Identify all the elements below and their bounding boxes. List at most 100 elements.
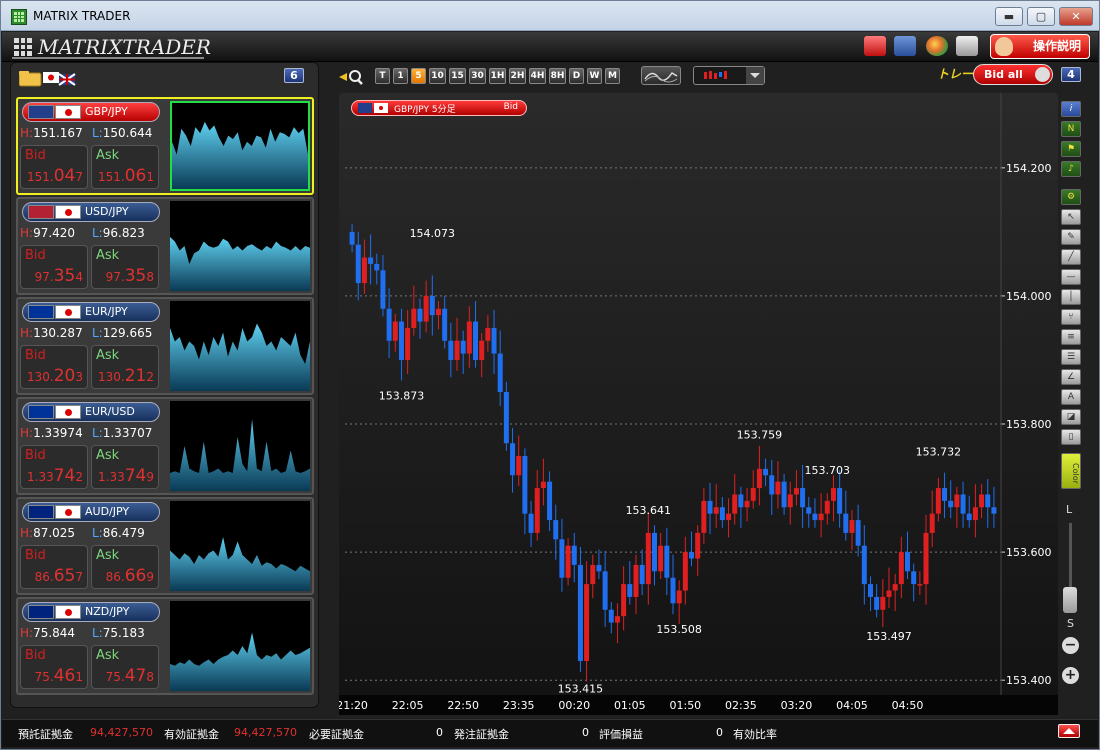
timeframe-button[interactable]: 15 [449, 68, 466, 84]
indicator-button[interactable] [641, 66, 681, 85]
horizontal-line-icon[interactable]: — [1061, 269, 1081, 285]
pair-list-header: 6 [11, 63, 318, 95]
ask-button[interactable]: Ask 75.478 [91, 645, 159, 689]
pair-badge[interactable]: AUD/JPY [22, 502, 160, 522]
timeframe-button[interactable]: D [569, 68, 584, 84]
flag-icon[interactable]: ⚑ [1061, 141, 1081, 157]
zoom-slider-handle[interactable] [1063, 587, 1077, 613]
help-button[interactable]: 操作説明 [990, 34, 1090, 59]
candle-body [658, 545, 664, 572]
maximize-button[interactable]: ▢ [1027, 7, 1055, 26]
price-chart[interactable]: 154.200 154.000 153.800 153.600 153.400 21:20… [339, 93, 1058, 715]
candle-body [874, 596, 880, 610]
zoom-tool-icon[interactable]: ✎ [1061, 229, 1081, 245]
fan-icon[interactable]: ∠ [1061, 369, 1081, 385]
minimize-button[interactable]: ▬ [995, 7, 1023, 26]
timeframe-button[interactable]: 4H [529, 68, 546, 84]
folder-flags-icon[interactable] [19, 69, 83, 87]
sparkline-chart [170, 201, 310, 291]
trash-icon[interactable]: ▯ [1061, 429, 1081, 445]
bid-label: Bid [25, 148, 46, 163]
settings-icon[interactable]: ⚙ [1061, 189, 1081, 205]
candle-body [923, 532, 929, 585]
pair-card[interactable]: GBP/JPY H:151.167 L:150.644 Bid 151.047 … [16, 97, 314, 195]
toolbox-icon[interactable] [864, 36, 886, 56]
ask-label: Ask [96, 448, 120, 463]
trendline-icon[interactable]: ╱ [1061, 249, 1081, 265]
eraser-icon[interactable]: ◪ [1061, 409, 1081, 425]
candle-body [361, 257, 367, 284]
scale-large-label: L [1066, 503, 1073, 516]
bid-button[interactable]: Bid 130.203 [20, 345, 88, 389]
bid-button[interactable]: Bid 97.354 [20, 245, 88, 289]
timeframe-button[interactable]: 10 [429, 68, 446, 84]
high-key: H: [20, 526, 34, 540]
candle-body [602, 571, 608, 610]
pair-card[interactable]: EUR/JPY H:130.287 L:129.665 Bid 130.203 … [16, 297, 314, 395]
zoom-in-button[interactable]: + [1062, 667, 1079, 684]
x-tick-label: 21:20 [339, 699, 368, 712]
ask-button[interactable]: Ask 1.33749 [91, 445, 159, 489]
ask-button[interactable]: Ask 86.669 [91, 545, 159, 589]
news-icon[interactable]: N [1061, 121, 1081, 137]
pair-badge[interactable]: GBP/JPY [22, 102, 160, 122]
timeframe-button[interactable]: 2H [509, 68, 526, 84]
candle-body [442, 308, 448, 341]
bid-all-label: Bid all [984, 68, 1023, 81]
pair-card[interactable]: NZD/JPY H:75.844 L:75.183 Bid 75.461 Ask… [16, 597, 314, 695]
candle-body [473, 321, 479, 360]
alert-bell-icon[interactable]: ♪ [1061, 161, 1081, 177]
bid-button[interactable]: Bid 75.461 [20, 645, 88, 689]
chart-canvas[interactable]: 154.200 154.000 153.800 153.600 153.400 21:20… [339, 93, 1058, 715]
x-tick-label: 01:05 [614, 699, 646, 712]
quote-flag-icon [55, 305, 81, 319]
timeframe-button[interactable]: M [605, 68, 620, 84]
timeframe-button[interactable]: 1 [393, 68, 408, 84]
pointer-icon[interactable]: ↖ [1061, 209, 1081, 225]
pair-badge[interactable]: EUR/USD [22, 402, 160, 422]
timeframe-button[interactable]: 5 [411, 68, 426, 84]
timeframe-button[interactable]: T [375, 68, 390, 84]
pair-card[interactable]: EUR/USD H:1.33974 L:1.33707 Bid 1.33742 … [16, 397, 314, 495]
bid-button[interactable]: Bid 151.047 [20, 145, 88, 189]
save-icon[interactable] [894, 36, 916, 56]
pair-badge[interactable]: USD/JPY [22, 202, 160, 222]
zoom-search-icon[interactable] [337, 67, 365, 87]
ask-button[interactable]: Ask 97.358 [91, 245, 159, 289]
logo-grid-icon [14, 38, 32, 56]
info-icon[interactable]: i [1061, 101, 1081, 117]
bid-button[interactable]: Bid 86.657 [20, 545, 88, 589]
print-icon[interactable] [956, 36, 978, 56]
candle-body [460, 340, 466, 354]
zoom-out-button[interactable]: − [1062, 637, 1079, 654]
color-button[interactable]: Color [1061, 453, 1081, 489]
chart-type-select[interactable] [693, 66, 765, 85]
price-annotation: 153.497 [866, 630, 912, 643]
text-tool-icon[interactable]: A [1061, 389, 1081, 405]
timeframe-button[interactable]: 8H [549, 68, 566, 84]
pair-badge[interactable]: EUR/JPY [22, 302, 160, 322]
bid-button[interactable]: Bid 1.33742 [20, 445, 88, 489]
timeframe-button[interactable]: W [587, 68, 602, 84]
candle-body [596, 564, 602, 572]
close-button[interactable]: ✕ [1059, 7, 1093, 26]
pair-card[interactable]: AUD/JPY H:87.025 L:86.479 Bid 86.657 Ask… [16, 497, 314, 595]
logo-text: MATRIXTRADER [38, 35, 211, 59]
timeframe-button[interactable]: 30 [469, 68, 486, 84]
expand-panel-button[interactable] [1058, 724, 1080, 738]
bid-all-toggle[interactable]: Bid all [973, 64, 1053, 85]
fibo-expansion-icon[interactable]: ☰ [1061, 349, 1081, 365]
base-flag-icon [28, 505, 54, 519]
candle-body [812, 513, 818, 521]
pair-card[interactable]: USD/JPY H:97.420 L:96.823 Bid 97.354 Ask… [16, 197, 314, 295]
pitchfork-icon[interactable]: ⑂ [1061, 309, 1081, 325]
pair-badge[interactable]: NZD/JPY [22, 602, 160, 622]
bid-price: 151.047 [27, 166, 83, 186]
vertical-line-icon[interactable]: │ [1061, 289, 1081, 305]
palette-icon[interactable] [926, 36, 948, 56]
ask-button[interactable]: Ask 151.061 [91, 145, 159, 189]
ask-button[interactable]: Ask 130.212 [91, 345, 159, 389]
ask-price: 1.33749 [98, 466, 154, 486]
fibonacci-icon[interactable]: ≡ [1061, 329, 1081, 345]
timeframe-button[interactable]: 1H [489, 68, 506, 84]
